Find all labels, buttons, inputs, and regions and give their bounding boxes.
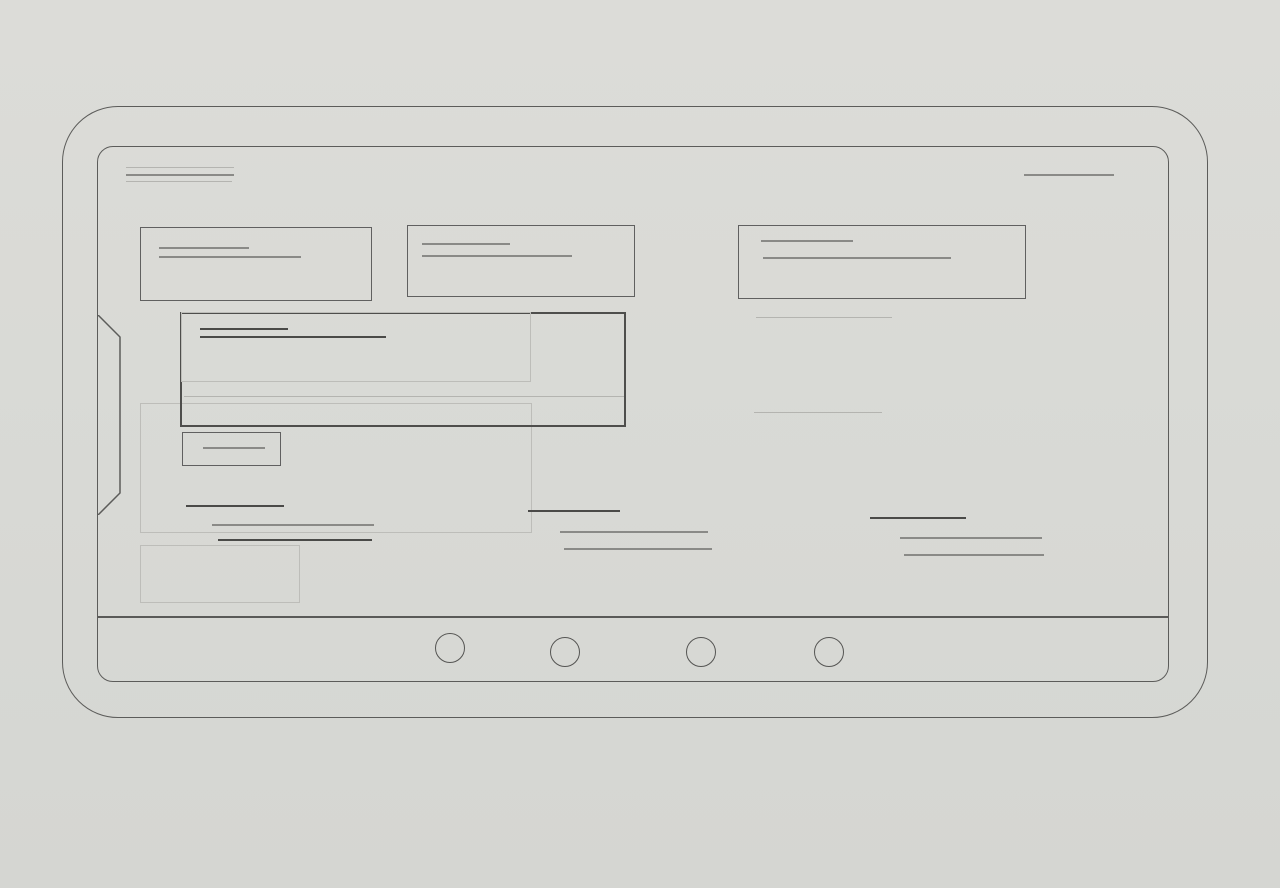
paper-background: nav-button-1 nav-button-2 nav-button-3 n…	[0, 0, 1280, 888]
right-faint-line	[754, 412, 882, 413]
bottom-navigation-bar: nav-button-1 nav-button-2 nav-button-3 n…	[98, 616, 1168, 681]
card-3-caption-placeholder	[756, 317, 892, 318]
card-2-title-placeholder	[422, 243, 510, 245]
nav-button-3[interactable]: nav-button-3	[686, 637, 716, 667]
detail-panel	[180, 312, 626, 427]
bottom-left-placeholder-box	[140, 545, 300, 603]
card-1-title-placeholder	[159, 247, 249, 249]
card-1[interactable]	[140, 227, 372, 301]
tablet-screen: nav-button-1 nav-button-2 nav-button-3 n…	[97, 146, 1169, 682]
top-right-link-placeholder[interactable]	[1024, 174, 1114, 176]
small-button-label-placeholder	[203, 447, 265, 449]
card-3-title-placeholder	[761, 240, 853, 242]
small-action-button[interactable]	[182, 432, 281, 466]
card-3[interactable]	[738, 225, 1026, 299]
detail-inner-area	[181, 312, 531, 382]
nav-button-1[interactable]: nav-button-1	[435, 633, 465, 663]
card-2[interactable]	[407, 225, 635, 297]
card-1-subtitle-placeholder	[159, 256, 301, 258]
side-drawer-handle[interactable]	[98, 315, 122, 515]
card-3-subtitle-placeholder	[763, 257, 951, 259]
card-2-subtitle-placeholder	[422, 255, 572, 257]
nav-button-2[interactable]: nav-button-2	[550, 637, 580, 667]
nav-button-4[interactable]: nav-button-4	[814, 637, 844, 667]
detail-divider	[184, 396, 624, 397]
